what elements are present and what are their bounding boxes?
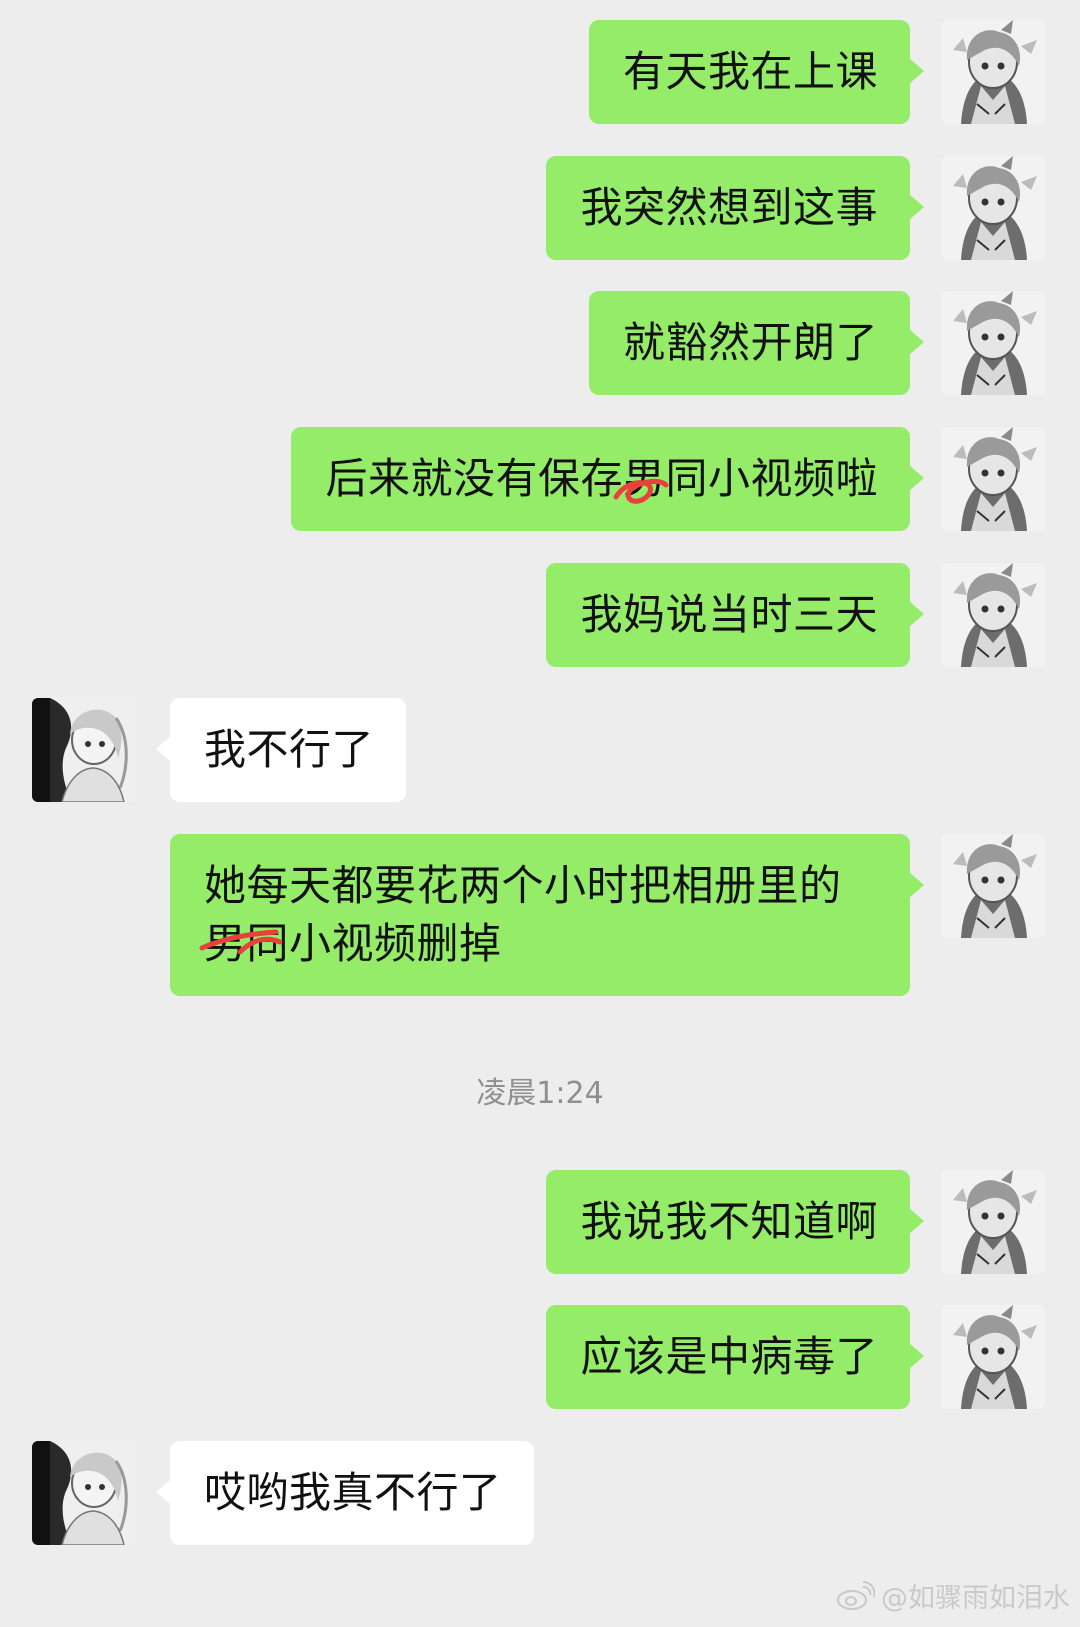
message-bubble-sent[interactable]: 应该是中病毒了	[546, 1305, 924, 1409]
watermark-text: @如骤雨如泪水	[881, 1583, 1070, 1614]
contact-avatar[interactable]	[32, 698, 136, 802]
anime-girl-avatar-icon	[941, 156, 1045, 260]
anime-girl-avatar-icon	[941, 291, 1045, 395]
anime-girl-avatar-icon	[941, 563, 1045, 667]
anime-girl-avatar-dark-icon	[32, 698, 136, 802]
anime-girl-avatar-icon	[941, 834, 1045, 938]
watermark: @如骤雨如泪水	[835, 1576, 1070, 1615]
my-avatar[interactable]	[941, 563, 1045, 667]
message-bubble-sent[interactable]: 我突然想到这事	[546, 156, 924, 260]
message-bubble-received[interactable]: 哎哟我真不行了	[156, 1441, 534, 1545]
my-avatar[interactable]	[941, 20, 1045, 124]
my-avatar[interactable]	[941, 156, 1045, 260]
message-line: 她每天都要花两个小时把相册里的	[204, 861, 842, 910]
my-avatar[interactable]	[941, 427, 1045, 531]
my-avatar[interactable]	[941, 834, 1045, 938]
anime-girl-avatar-icon	[941, 427, 1045, 531]
anime-girl-avatar-icon	[941, 1170, 1045, 1274]
message-bubble-sent[interactable]: 有天我在上课	[588, 20, 925, 124]
message-bubble-sent[interactable]: 我妈说当时三天	[546, 563, 924, 667]
my-avatar[interactable]	[941, 1170, 1045, 1274]
contact-avatar[interactable]	[32, 1441, 136, 1545]
message-bubble-received[interactable]: 我不行了	[155, 698, 407, 802]
message-bubble-sent[interactable]: 后来就没有保存男同小视频啦	[291, 427, 924, 531]
message-bubble-sent[interactable]: 她每天都要花两个小时把相册里的 男同小视频删掉	[170, 834, 924, 996]
weibo-logo-icon	[835, 1581, 875, 1611]
my-avatar[interactable]	[941, 1305, 1045, 1409]
message-bubble-sent[interactable]: 我说我不知道啊	[546, 1170, 924, 1274]
anime-girl-avatar-icon	[941, 1305, 1045, 1409]
chat-timestamp: 凌晨1:24	[476, 1076, 604, 1111]
my-avatar[interactable]	[941, 291, 1045, 395]
anime-girl-avatar-icon	[941, 20, 1045, 124]
message-line: 男同小视频删掉	[204, 919, 502, 968]
anime-girl-avatar-dark-icon	[32, 1441, 136, 1545]
message-bubble-sent[interactable]: 就豁然开朗了	[588, 291, 925, 395]
